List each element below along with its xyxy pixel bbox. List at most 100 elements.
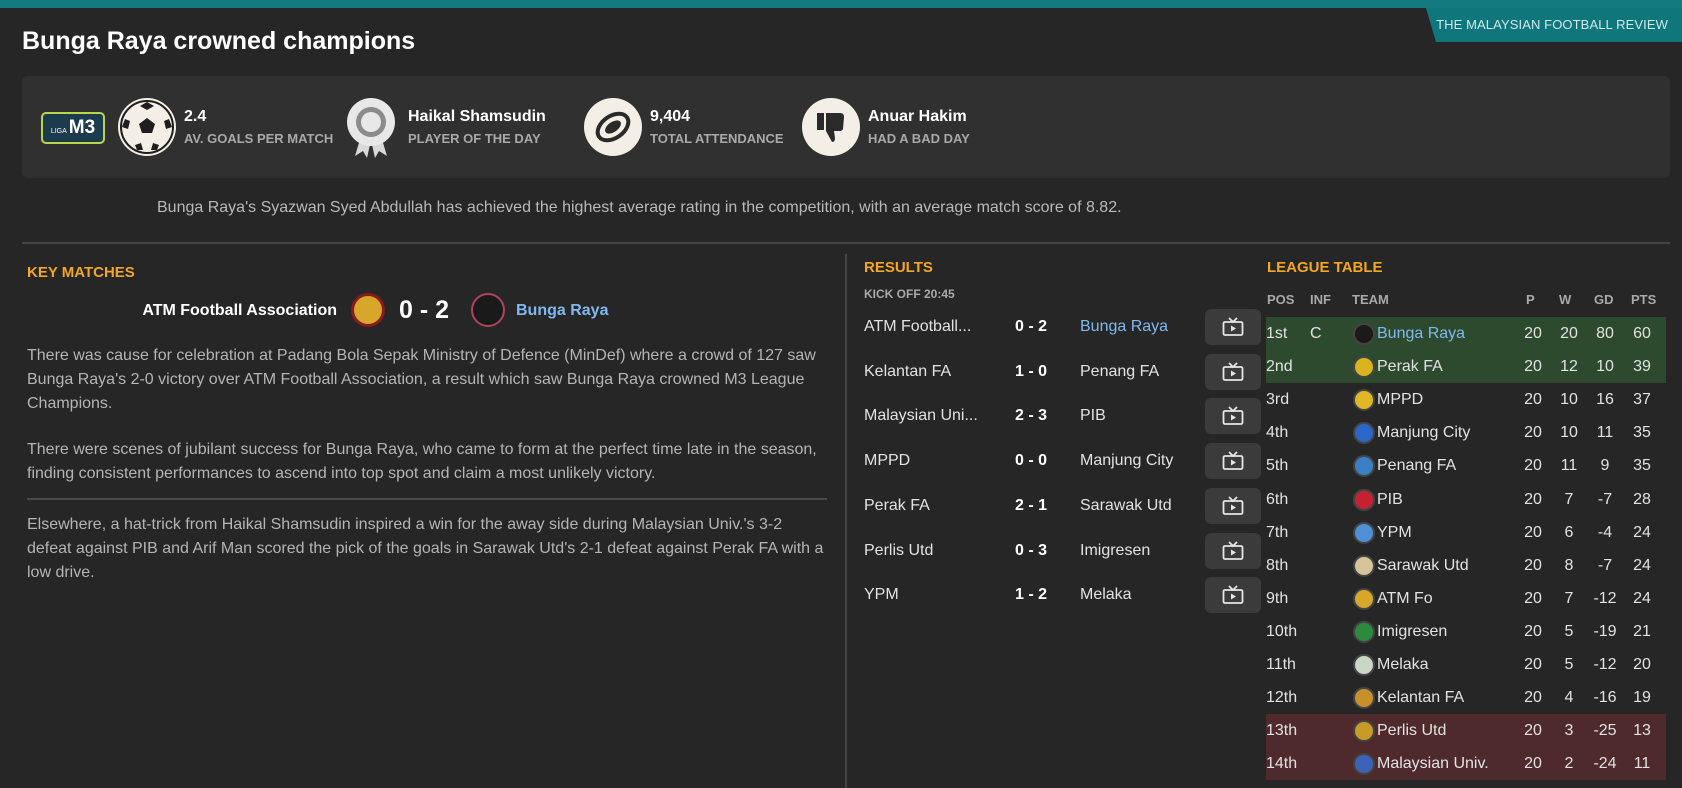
tv-icon [1222, 451, 1244, 470]
result-away-team[interactable]: Imigresen [1080, 542, 1150, 560]
section-divider [22, 242, 1670, 244]
team-crest-icon [1353, 554, 1375, 577]
tv-icon [1222, 317, 1244, 336]
team-name[interactable]: Kelantan FA [1377, 689, 1464, 707]
league-table-row[interactable]: 1st C Bunga Raya 20 20 80 60 [1266, 317, 1666, 350]
team-crest-icon [1353, 422, 1375, 445]
watch-highlights-button[interactable] [1205, 443, 1261, 480]
team-name[interactable]: YPM [1377, 524, 1412, 542]
col-header-gd[interactable]: GD [1594, 292, 1614, 307]
team-goal-difference: -12 [1593, 656, 1617, 673]
result-away-team[interactable]: Melaka [1080, 586, 1132, 604]
league-table-row[interactable]: 8th Sarawak Utd 20 8 -7 24 [1266, 549, 1666, 582]
team-name[interactable]: MPPD [1377, 391, 1423, 409]
team-crest-icon [1353, 620, 1375, 643]
watch-highlights-button[interactable] [1205, 398, 1261, 435]
team-name[interactable]: ATM Fo [1377, 590, 1433, 608]
league-table-row[interactable]: 4th Manjung City 20 10 11 35 [1266, 416, 1666, 449]
league-table-row[interactable]: 14th Malaysian Univ. 20 2 -24 11 [1266, 747, 1666, 781]
watch-highlights-button[interactable] [1205, 309, 1261, 345]
team-name[interactable]: Malaysian Univ. [1377, 755, 1489, 773]
team-crest-icon [1353, 389, 1375, 412]
team-goal-difference: -24 [1593, 755, 1617, 773]
watch-highlights-button[interactable] [1205, 353, 1261, 390]
league-table-row[interactable]: 5th Penang FA 20 11 9 35 [1266, 449, 1666, 482]
col-header-won[interactable]: W [1559, 292, 1571, 307]
avg-goals-value: 2.4 [184, 108, 207, 125]
team-goal-difference: 80 [1596, 325, 1614, 342]
league-table-row[interactable]: 6th PIB 20 7 -7 28 [1266, 483, 1666, 516]
team-name[interactable]: Perlis Utd [1377, 722, 1446, 740]
tv-icon [1222, 540, 1244, 560]
top-accent-bar [0, 0, 1682, 8]
stats-panel: LIGA M3 2.4 AV. GOALS PER MATCH Haikal S… [22, 76, 1670, 178]
key-match[interactable]: ATM Football Association 0 - 2 Bunga Ray… [0, 290, 845, 330]
watch-highlights-button[interactable] [1205, 577, 1261, 614]
team-name[interactable]: Imigresen [1377, 623, 1447, 641]
team-name[interactable]: Melaka [1377, 656, 1429, 674]
bad-day-player[interactable]: Anuar Hakim [868, 108, 967, 126]
attendance-value: 9,404 [650, 108, 691, 125]
result-row[interactable]: Malaysian Uni... 2 - 3 PIB [864, 398, 1262, 435]
team-name[interactable]: PIB [1377, 491, 1403, 509]
team-goal-difference: -4 [1597, 523, 1613, 541]
league-table-row[interactable]: 10th Imigresen 20 5 -19 21 [1266, 615, 1666, 648]
league-table-row[interactable]: 12th Kelantan FA 20 4 -16 19 [1266, 681, 1666, 714]
col-header-team[interactable]: TEAM [1352, 292, 1389, 307]
col-header-pts[interactable]: PTS [1631, 292, 1656, 307]
result-away-team[interactable]: PIB [1080, 407, 1106, 425]
team-played: 20 [1524, 556, 1542, 574]
league-table-row[interactable]: 11th Melaka 20 5 -12 20 [1266, 648, 1666, 681]
team-position: 12th [1266, 689, 1298, 707]
league-table-row[interactable]: 13th Perlis Utd 20 3 -25 13 [1266, 714, 1666, 748]
team-info-badge: C [1310, 325, 1322, 342]
result-home-team[interactable]: ATM Football... [864, 318, 971, 336]
watch-highlights-button[interactable] [1205, 487, 1261, 524]
result-home-team[interactable]: Kelantan FA [864, 363, 951, 381]
result-row[interactable]: Perak FA 2 - 1 Sarawak Utd [864, 487, 1262, 524]
result-away-team[interactable]: Penang FA [1080, 363, 1159, 381]
result-score: 1 - 2 [1014, 586, 1047, 604]
league-table-row[interactable]: 9th ATM Fo 20 7 -12 24 [1266, 582, 1666, 615]
team-played: 20 [1524, 722, 1542, 740]
result-home-team[interactable]: Malaysian Uni... [864, 407, 978, 425]
team-name[interactable]: Penang FA [1377, 457, 1456, 475]
result-row[interactable]: MPPD 0 - 0 Manjung City [864, 443, 1262, 480]
key-match-away-team[interactable]: Bunga Raya [516, 302, 608, 320]
team-name[interactable]: Bunga Raya [1377, 325, 1465, 343]
result-away-team[interactable]: Manjung City [1080, 452, 1173, 470]
tv-icon [1222, 496, 1244, 515]
team-position: 8th [1266, 556, 1289, 574]
league-table-row[interactable]: 7th YPM 20 6 -4 24 [1266, 516, 1666, 549]
col-header-inf[interactable]: INF [1310, 292, 1331, 307]
result-away-team[interactable]: Sarawak Utd [1080, 497, 1172, 515]
result-home-team[interactable]: MPPD [864, 452, 910, 470]
league-logo[interactable]: LIGA M3 [41, 112, 105, 144]
result-home-team[interactable]: Perlis Utd [864, 542, 933, 560]
league-table-row[interactable]: 2nd Perak FA 20 12 10 39 [1266, 350, 1666, 384]
result-row[interactable]: YPM 1 - 2 Melaka [864, 577, 1262, 614]
player-of-day-name[interactable]: Haikal Shamsudin [408, 108, 546, 126]
team-name[interactable]: Manjung City [1377, 424, 1470, 442]
result-row[interactable]: Kelantan FA 1 - 0 Penang FA [864, 353, 1262, 390]
paragraph-divider [27, 498, 827, 500]
result-row[interactable]: Perlis Utd 0 - 3 Imigresen [864, 532, 1262, 569]
result-row[interactable]: ATM Football... 0 - 2 Bunga Raya [864, 309, 1262, 345]
team-won: 10 [1560, 424, 1578, 442]
team-crest-icon [1353, 521, 1375, 544]
team-name[interactable]: Perak FA [1377, 358, 1443, 376]
watch-highlights-button[interactable] [1205, 532, 1261, 569]
result-home-team[interactable]: Perak FA [864, 497, 930, 515]
team-played: 20 [1524, 689, 1542, 707]
league-table-row[interactable]: 3rd MPPD 20 10 16 37 [1266, 383, 1666, 416]
team-position: 4th [1266, 424, 1289, 442]
result-away-team[interactable]: Bunga Raya [1080, 318, 1168, 336]
result-home-team[interactable]: YPM [864, 586, 899, 604]
team-name[interactable]: Sarawak Utd [1377, 557, 1469, 575]
summary-text: Bunga Raya's Syazwan Syed Abdullah has a… [157, 199, 1122, 216]
team-position: 1st [1266, 325, 1288, 342]
team-points: 24 [1633, 523, 1651, 541]
key-match-home-team[interactable]: ATM Football Association [142, 302, 337, 320]
col-header-pos[interactable]: POS [1267, 292, 1294, 307]
col-header-played[interactable]: P [1526, 292, 1535, 307]
